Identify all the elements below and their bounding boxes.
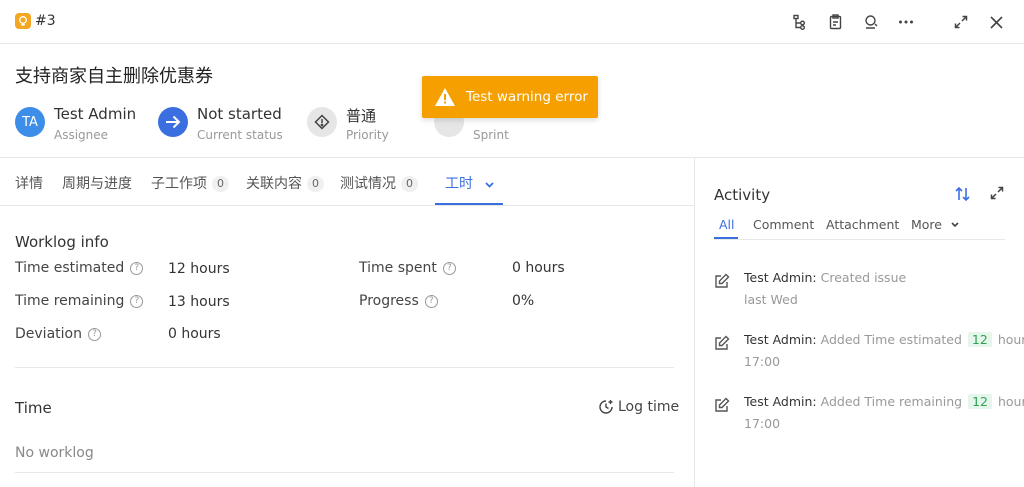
avatar: TA bbox=[15, 107, 45, 137]
status-property[interactable]: Not started Current status bbox=[158, 105, 298, 142]
priority-value: 普通 bbox=[346, 107, 377, 125]
tab-bar: 详情 周期与进度 子工作项 0 关联内容 0 测试情况 0 工时 bbox=[0, 158, 694, 206]
issue-title[interactable]: 支持商家自主删除优惠券 bbox=[15, 62, 213, 88]
edit-icon bbox=[715, 335, 730, 350]
help-icon[interactable]: ? bbox=[130, 261, 144, 275]
arrow-right-icon bbox=[158, 107, 188, 137]
tab-sub-items[interactable]: 子工作项 0 bbox=[151, 173, 229, 193]
priority-property[interactable]: 普通 Priority bbox=[307, 106, 407, 142]
chevron-down-icon bbox=[951, 222, 959, 228]
activity-tab-comment[interactable]: Comment bbox=[753, 217, 814, 232]
clock-plus-icon bbox=[599, 400, 613, 414]
tab-details[interactable]: 详情 bbox=[15, 173, 43, 193]
tab-count: 0 bbox=[212, 176, 229, 192]
time-estimated-label: Time estimated? bbox=[15, 260, 144, 276]
toast-message: Test warning error bbox=[466, 89, 588, 105]
edit-icon bbox=[715, 397, 730, 412]
clipboard-icon[interactable] bbox=[826, 12, 846, 32]
expand-icon[interactable] bbox=[990, 186, 1004, 200]
warning-icon bbox=[435, 88, 455, 106]
help-icon[interactable]: ? bbox=[130, 294, 144, 308]
status-label: Current status bbox=[197, 128, 283, 142]
activity-tab-divider bbox=[714, 239, 1005, 240]
priority-icon bbox=[307, 107, 337, 137]
time-spent-value: 0 hours bbox=[512, 260, 565, 276]
tab-worklog[interactable]: 工时 bbox=[445, 173, 495, 193]
section-divider bbox=[15, 472, 674, 473]
expand-icon[interactable] bbox=[951, 12, 971, 32]
progress-value: 0% bbox=[512, 293, 535, 309]
priority-label: Priority bbox=[346, 128, 389, 142]
activity-title: Activity bbox=[714, 186, 771, 204]
tab-count: 0 bbox=[401, 176, 418, 192]
tab-count: 0 bbox=[307, 176, 324, 192]
deviation-label: Deviation? bbox=[15, 326, 101, 342]
assignee-property[interactable]: TA Test Admin Assignee bbox=[15, 105, 155, 142]
activity-tab-all[interactable]: All bbox=[719, 217, 735, 232]
chevron-down-icon bbox=[485, 182, 495, 188]
warning-toast: Test warning error bbox=[422, 76, 598, 118]
active-tab-indicator bbox=[714, 237, 738, 239]
panel-divider bbox=[694, 157, 695, 487]
help-icon[interactable]: ? bbox=[442, 261, 456, 275]
tab-testing[interactable]: 测试情况 0 bbox=[340, 173, 418, 193]
activity-tab-attachment[interactable]: Attachment bbox=[826, 217, 899, 232]
more-icon[interactable] bbox=[896, 12, 916, 32]
active-tab-indicator bbox=[435, 203, 503, 205]
sprint-label: Sprint bbox=[473, 128, 509, 142]
status-value: Not started bbox=[197, 105, 282, 123]
log-time-button[interactable]: Log time bbox=[598, 399, 679, 415]
watch-icon[interactable] bbox=[861, 12, 881, 32]
section-divider bbox=[15, 367, 674, 368]
edit-icon bbox=[715, 273, 730, 288]
time-remaining-label: Time remaining? bbox=[15, 293, 144, 309]
help-icon[interactable]: ? bbox=[424, 294, 438, 308]
assignee-label: Assignee bbox=[54, 128, 109, 142]
assignee-value: Test Admin bbox=[54, 105, 137, 123]
tab-related[interactable]: 关联内容 0 bbox=[246, 173, 324, 193]
empty-worklog-text: No worklog bbox=[15, 445, 94, 461]
activity-tab-more[interactable]: More bbox=[911, 217, 959, 232]
time-section-title: Time bbox=[15, 399, 52, 417]
deviation-value: 0 hours bbox=[168, 326, 221, 342]
issue-id: #3 bbox=[35, 13, 56, 29]
help-icon[interactable]: ? bbox=[87, 327, 101, 341]
tab-cycle-progress[interactable]: 周期与进度 bbox=[62, 173, 132, 193]
time-estimated-value: 12 hours bbox=[168, 261, 230, 277]
progress-label: Progress? bbox=[359, 293, 438, 309]
time-remaining-value: 13 hours bbox=[168, 294, 230, 310]
time-spent-label: Time spent? bbox=[359, 260, 456, 276]
close-icon[interactable] bbox=[986, 12, 1006, 32]
bulb-icon bbox=[15, 13, 31, 29]
top-bar: #3 bbox=[0, 0, 1024, 44]
worklog-info-title: Worklog info bbox=[15, 233, 109, 251]
sort-icon[interactable] bbox=[954, 186, 972, 202]
hierarchy-icon[interactable] bbox=[790, 12, 810, 32]
